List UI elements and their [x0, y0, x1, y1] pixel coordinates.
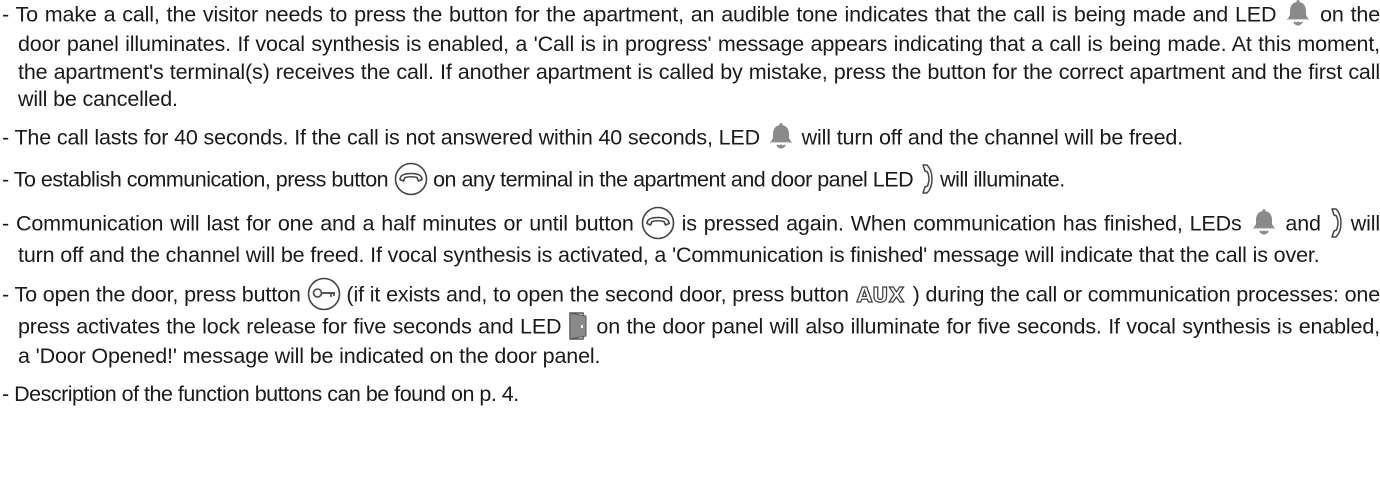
instruction-text: is pressed again. When communication has…: [674, 211, 1249, 236]
instruction-item-open-door: - To open the door, press button (if it …: [2, 277, 1380, 371]
bell-led-icon: [1283, 0, 1313, 29]
instruction-text: (if it exists and, to open the second do…: [340, 282, 855, 307]
instruction-item-call-duration: - The call lasts for 40 seconds. If the …: [2, 122, 1380, 154]
aux-button-label: AUX: [856, 282, 905, 307]
instruction-item-establish-communication: - To establish communication, press butt…: [2, 162, 1380, 198]
instruction-item-call: - To make a call, the visitor needs to p…: [2, 0, 1380, 114]
instruction-text: - Description of the function buttons ca…: [2, 381, 519, 406]
instruction-item-function-buttons: - Description of the function buttons ca…: [2, 381, 1380, 409]
instruction-text: and: [1278, 211, 1328, 236]
bell-led-icon: [1249, 208, 1279, 238]
instruction-text: - Communication will last for one and a …: [2, 211, 641, 236]
instruction-text: - To make a call, the visitor needs to p…: [2, 2, 1284, 27]
key-button-icon: [307, 277, 341, 311]
call-button-icon: [641, 206, 675, 240]
instruction-text: on any terminal in the apartment and doo…: [427, 167, 919, 192]
instruction-text: will illuminate.: [934, 167, 1065, 192]
instruction-text: - To open the door, press button: [2, 282, 307, 307]
bell-led-icon: [766, 122, 796, 152]
call-button-icon: [394, 162, 428, 196]
instruction-item-communication-duration: - Communication will last for one and a …: [2, 206, 1380, 270]
handset-led-icon: [919, 163, 935, 195]
instructions-document: - To make a call, the visitor needs to p…: [0, 0, 1380, 418]
handset-led-icon: [1328, 207, 1344, 239]
instruction-text: - To establish communication, press butt…: [2, 167, 394, 192]
door-led-icon: [568, 311, 590, 341]
instruction-text: will turn off and the channel will be fr…: [795, 125, 1184, 150]
instruction-text: - The call lasts for 40 seconds. If the …: [2, 125, 766, 150]
